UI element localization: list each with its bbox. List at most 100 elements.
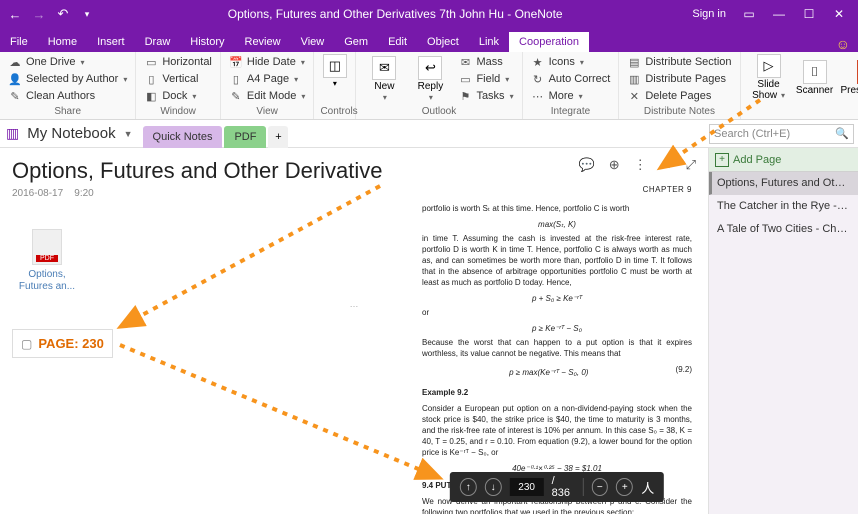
clean-authors-button[interactable]: ✎Clean Authors <box>6 88 129 104</box>
page-down-button[interactable]: ↓ <box>485 478 502 496</box>
page-number-input[interactable] <box>510 478 544 496</box>
icons-icon: ★ <box>531 55 545 69</box>
note-flag-icon: ▢ <box>21 337 32 351</box>
tab-view[interactable]: View <box>291 32 335 52</box>
horizontal-button[interactable]: ▭Horizontal <box>142 54 214 70</box>
page-item-0[interactable]: Options, Futures and Other Deriva <box>709 172 858 195</box>
pdf-attachment[interactable]: Options, Futures an... <box>12 229 82 293</box>
back-button[interactable]: ← <box>4 3 26 25</box>
page-item-1[interactable]: The Catcher in the Rye - J.D. Salin <box>709 195 858 218</box>
hide-date-button[interactable]: 📅Hide Date▾ <box>227 54 308 70</box>
page-item-2[interactable]: A Tale of Two Cities - Charles Dic <box>709 218 858 241</box>
tab-link[interactable]: Link <box>469 32 509 52</box>
show-nav-icon[interactable]: ▥ <box>6 125 19 142</box>
adobe-icon[interactable]: 人 <box>641 478 654 497</box>
pdf-reader: 💬 ⊕ ⋮ ✕ ⤢ CHAPTER 9 portfolio is worth S… <box>412 154 702 508</box>
tab-review[interactable]: Review <box>235 32 291 52</box>
pdf-page-content[interactable]: CHAPTER 9 portfolio is worth Sₜ at this … <box>412 176 702 514</box>
tab-gem[interactable]: Gem <box>334 32 378 52</box>
horizontal-icon: ▭ <box>144 55 158 69</box>
slide-show-button[interactable]: ▷ Slide Show ▾ <box>747 54 791 101</box>
ribbon-tabs: File Home Insert Draw History Review Vie… <box>0 28 858 52</box>
new-mail-button[interactable]: ✉ New▾ <box>362 54 406 104</box>
group-view: 📅Hide Date▾ ▯A4 Page▾ ✎Edit Mode▾ View <box>221 52 315 119</box>
page-sidebar: + Add Page Options, Futures and Other De… <box>708 148 858 514</box>
field-button[interactable]: ▭Field▾ <box>456 71 515 87</box>
controls-icon: ◫ <box>323 54 347 78</box>
tab-file[interactable]: File <box>0 32 38 52</box>
reader-close-icon[interactable]: ✕ <box>661 157 672 173</box>
presentation-button[interactable]: P Presentation <box>839 54 858 101</box>
reader-expand-icon[interactable]: ⤢ <box>686 157 696 173</box>
group-play: ▷ Slide Show ▾ ⌷ Scanner P Presentation … <box>741 52 858 119</box>
distribute-pages-button[interactable]: ▥Distribute Pages <box>625 71 733 87</box>
qat-dropdown[interactable]: ▾ <box>76 3 98 25</box>
tab-insert[interactable]: Insert <box>87 32 135 52</box>
scanner-button[interactable]: ⌷ Scanner <box>793 54 837 101</box>
ribbon-options-icon[interactable]: ▭ <box>734 3 764 25</box>
dock-icon: ◧ <box>144 89 158 103</box>
autocorrect-icon: ↻ <box>531 72 545 86</box>
tab-draw[interactable]: Draw <box>135 32 181 52</box>
tab-home[interactable]: Home <box>38 32 87 52</box>
section-icon: ▤ <box>627 55 641 69</box>
notebook-title[interactable]: My Notebook <box>21 125 121 142</box>
pencil-icon: ✎ <box>229 89 243 103</box>
group-outlook: ✉ New▾ ↩ Reply▾ ✉Mass ▭Field▾ ⚑Tasks▾ Ou… <box>356 52 522 119</box>
controls-gallery[interactable]: ◫ ▾ <box>320 54 349 88</box>
tab-object[interactable]: Object <box>417 32 469 52</box>
page-up-button[interactable]: ↑ <box>460 478 477 496</box>
search-input[interactable]: Search (Ctrl+E) 🔍 <box>709 124 854 144</box>
edit-mode-button[interactable]: ✎Edit Mode▾ <box>227 88 308 104</box>
tasks-button[interactable]: ⚑Tasks▾ <box>456 88 515 104</box>
distribute-section-button[interactable]: ▤Distribute Section <box>625 54 733 70</box>
icons-button[interactable]: ★Icons▾ <box>529 54 613 70</box>
add-page-button[interactable]: + Add Page <box>709 148 858 172</box>
maximize-button[interactable]: ☐ <box>794 3 824 25</box>
window-title: Options, Futures and Other Derivatives 7… <box>98 7 692 21</box>
delete-icon: ✕ <box>627 89 641 103</box>
page-canvas[interactable]: Options, Futures and Other Derivative 20… <box>0 148 708 514</box>
close-button[interactable]: ✕ <box>824 3 854 25</box>
dock-button[interactable]: ◧Dock▾ <box>142 88 214 104</box>
title-bar: ← → ↶ ▾ Options, Futures and Other Deriv… <box>0 0 858 28</box>
undo-button[interactable]: ↶ <box>52 3 74 25</box>
page-note-container[interactable]: ▢ PAGE: 230 <box>12 329 113 358</box>
vertical-button[interactable]: ▯Vertical <box>142 71 214 87</box>
section-quick-notes[interactable]: Quick Notes <box>143 126 223 148</box>
more-button[interactable]: ⋯More▾ <box>529 88 613 104</box>
reader-comment-icon[interactable]: 💬 <box>579 157 595 173</box>
forward-button[interactable]: → <box>28 3 50 25</box>
minimize-button[interactable]: — <box>764 3 794 25</box>
reply-button[interactable]: ↩ Reply▾ <box>408 54 452 104</box>
page-note-text[interactable]: PAGE: 230 <box>38 336 104 351</box>
tab-history[interactable]: History <box>180 32 234 52</box>
search-icon: 🔍 <box>835 127 849 140</box>
cloud-icon: ☁ <box>8 55 22 69</box>
reader-menu-icon[interactable]: ⋮ <box>634 157 647 173</box>
ribbon: ☁One Drive▾ 👤Selected by Author▾ ✎Clean … <box>0 52 858 120</box>
mass-button[interactable]: ✉Mass <box>456 54 515 70</box>
feedback-icon[interactable]: ☺ <box>836 36 850 52</box>
section-pdf[interactable]: PDF <box>224 126 266 148</box>
sign-in-link[interactable]: Sign in <box>692 8 726 20</box>
auto-correct-button[interactable]: ↻Auto Correct <box>529 71 613 87</box>
reader-add-icon[interactable]: ⊕ <box>609 157 620 173</box>
mail-icon: ✉ <box>372 56 396 80</box>
reply-icon: ↩ <box>418 56 442 80</box>
scanner-icon: ⌷ <box>803 60 827 84</box>
zoom-in-button[interactable]: + <box>616 478 633 496</box>
notebook-dropdown-icon[interactable]: ▼ <box>124 129 133 139</box>
add-section-button[interactable]: + <box>268 126 288 148</box>
vertical-icon: ▯ <box>144 72 158 86</box>
pdf-file-icon <box>32 229 62 265</box>
tab-cooperation[interactable]: Cooperation <box>509 32 589 52</box>
zoom-out-button[interactable]: − <box>591 478 608 496</box>
group-controls: ◫ ▾ Controls <box>314 52 356 119</box>
attachment-name: Options, Futures an... <box>12 269 82 293</box>
a4-page-button[interactable]: ▯A4 Page▾ <box>227 71 308 87</box>
selected-by-author-button[interactable]: 👤Selected by Author▾ <box>6 71 129 87</box>
tab-edit[interactable]: Edit <box>378 32 417 52</box>
delete-pages-button[interactable]: ✕Delete Pages <box>625 88 733 104</box>
one-drive-button[interactable]: ☁One Drive▾ <box>6 54 129 70</box>
